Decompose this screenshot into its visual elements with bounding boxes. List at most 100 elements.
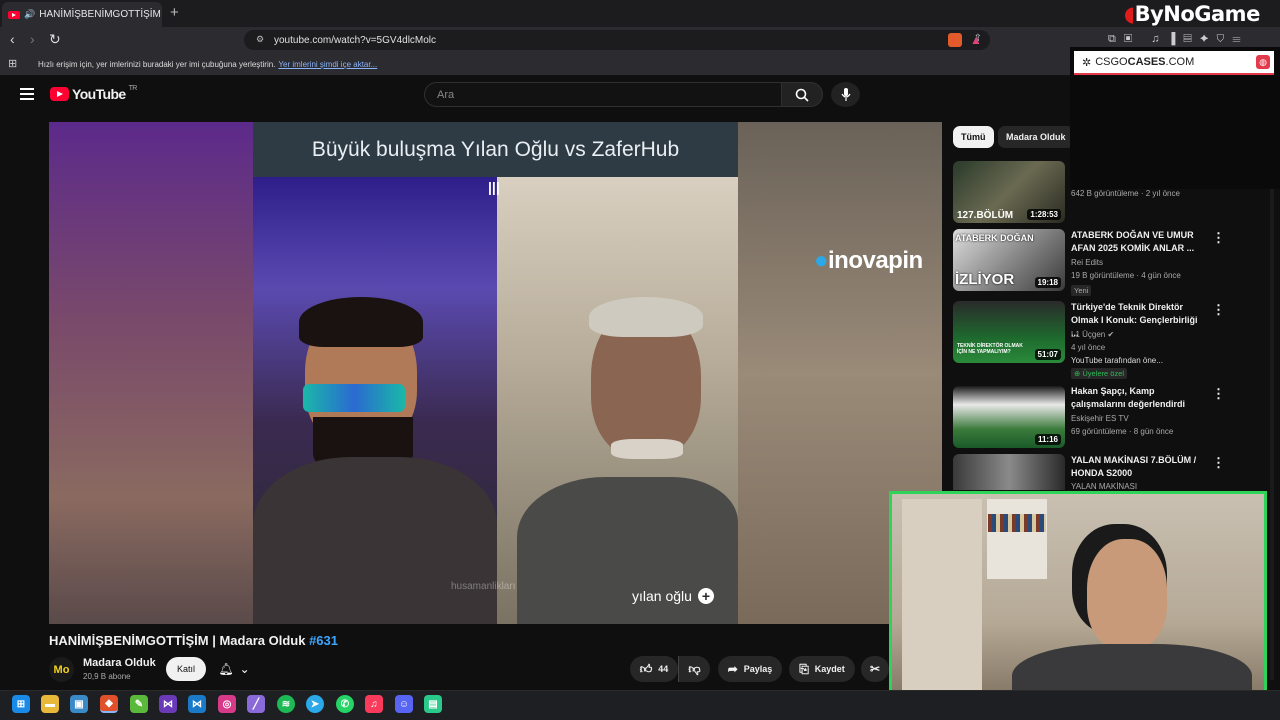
search-input[interactable]: Ara	[424, 82, 782, 107]
youtube-favicon-icon	[8, 10, 20, 19]
telegram-icon[interactable]: ➤	[306, 695, 324, 713]
search-button[interactable]	[781, 82, 823, 107]
video-channel[interactable]: Rei Edits	[1071, 258, 1103, 267]
video-thumbnail[interactable]: ATABERK DOĞAN İZLİYOR 19:18	[953, 229, 1065, 291]
audio-bars-icon: |||	[488, 179, 500, 195]
csgocases-banner[interactable]: ✲ CSGO CASES .COM ◍	[1074, 51, 1274, 75]
notification-bell-button[interactable]: 🔔︎ ⌄	[212, 657, 256, 681]
clip-button[interactable]: ✂	[861, 656, 889, 682]
country-code: TR	[128, 84, 138, 92]
spotify-icon[interactable]: ≋	[277, 695, 295, 713]
save-icon: ⎘	[799, 661, 809, 676]
save-button[interactable]: ⎘ Kaydet	[789, 656, 855, 682]
browser-tab[interactable]: 🔊 HANİMİŞBENİMGOTTİŞİM | M ✕	[2, 2, 162, 27]
share-button[interactable]: ➦ Paylaş	[718, 656, 782, 682]
thumbs-up-icon: 👍︎	[639, 661, 653, 676]
more-options-icon[interactable]: ⋮	[1212, 302, 1225, 318]
thumbnail-caption: ATABERK DOĞAN	[955, 233, 1034, 243]
youtube-play-icon	[50, 87, 69, 101]
save-label: Kaydet	[814, 664, 845, 674]
video-extra: YouTube tarafından öne...	[1071, 356, 1163, 365]
reload-icon[interactable]: ↻	[49, 31, 61, 48]
subscriber-count: 20,9 B abone	[83, 672, 131, 681]
csgocases-logo-icon: ✲	[1082, 56, 1092, 69]
youtube-logo-text: YouTube	[72, 86, 126, 102]
like-button[interactable]: 👍︎ 44	[630, 656, 678, 682]
channel-name[interactable]: Madara Olduk	[83, 657, 156, 669]
bell-icon: 🔔︎	[218, 662, 234, 676]
instagram-icon[interactable]: ◎	[218, 695, 236, 713]
ad-brand-post: .COM	[1165, 56, 1195, 68]
youtube-logo[interactable]: YouTube TR	[50, 84, 138, 102]
back-icon[interactable]: ‹	[10, 31, 15, 47]
video-title[interactable]: Hakan Şapçı, Kamp çalışmalarını değerlen…	[1071, 385, 1207, 411]
more-options-icon[interactable]: ⋮	[1212, 386, 1225, 402]
dislike-button[interactable]: 👎︎	[678, 656, 710, 682]
brave-browser-icon[interactable]: ◆	[100, 695, 118, 713]
more-options-icon[interactable]: ⋮	[1212, 230, 1225, 246]
brave-rewards-icon[interactable]: ▲	[970, 33, 982, 47]
thumbnail-caption-2: İZLİYOR	[955, 271, 1015, 288]
new-tab-button[interactable]: +	[170, 4, 179, 21]
forward-icon[interactable]: ›	[30, 31, 35, 47]
apps-grid-icon[interactable]: ⊞	[8, 57, 17, 70]
import-bookmarks-link[interactable]: Yer imlerini şimdi içe aktar...	[278, 60, 377, 69]
video-duration: 19:18	[1034, 277, 1061, 288]
video-meta: 4 yıl önce	[1071, 343, 1106, 352]
video-thumbnail[interactable]: TEKNİK DİREKTÖR OLMAK İÇİN NE YAPMALIYIM…	[953, 301, 1065, 363]
chip-all[interactable]: Tümü	[953, 126, 994, 148]
channel-avatar[interactable]: Mo	[49, 657, 74, 682]
music-app-icon[interactable]: ♫	[365, 695, 383, 713]
video-blur-left	[49, 122, 253, 624]
ad-brand-pre: CSGO	[1095, 56, 1128, 68]
video-thumbnail[interactable]: 11:16	[953, 386, 1065, 448]
scissors-icon: ✂	[869, 662, 881, 676]
photos-icon[interactable]: ▣	[70, 695, 88, 713]
search-icon	[795, 88, 809, 102]
pen-app-icon[interactable]: ╱	[247, 695, 265, 713]
hashtag-link[interactable]: #631	[309, 633, 338, 648]
bottle-app-icon[interactable]: ▤	[424, 695, 442, 713]
menu-icon[interactable]	[20, 88, 34, 100]
video-title[interactable]: ATABERK DOĞAN VE UMUR AFAN 2025 KOMİK AN…	[1071, 229, 1207, 255]
bookmarks-hint: Hızlı erişim için, yer imlerinizi burada…	[38, 59, 276, 69]
sidebar-scrollbar[interactable]	[1270, 185, 1274, 680]
name-tag-text: yılan oğlu	[632, 588, 692, 604]
video-channel[interactable]: L1 Üçgen ✔	[1071, 330, 1114, 339]
video-meta: 69 görüntüleme · 8 gün önce	[1071, 427, 1174, 436]
vscode-icon[interactable]: ⋈	[188, 695, 206, 713]
file-explorer-icon[interactable]: ▬	[41, 695, 59, 713]
video-title: HANİMİŞBENİMGOTTİŞİM | Madara Olduk #631	[49, 633, 338, 648]
url-text: youtube.com/watch?v=5GV4dlcMolc	[274, 34, 437, 46]
streamer-webcam	[889, 491, 1267, 712]
address-bar[interactable]: ⚙ youtube.com/watch?v=5GV4dlcMolc ▭ ⇪	[244, 30, 990, 50]
more-options-icon[interactable]: ⋮	[1212, 455, 1225, 471]
voice-search-button[interactable]	[831, 82, 860, 107]
video-channel[interactable]: YALAN MAKİNASI	[1071, 482, 1137, 491]
chip-channel[interactable]: Madara Olduk	[998, 126, 1074, 148]
video-thumbnail[interactable]	[953, 454, 1065, 490]
join-button[interactable]: Katıl	[166, 657, 206, 681]
visual-studio-icon[interactable]: ⋈	[159, 695, 177, 713]
video-title[interactable]: YALAN MAKİNASI 7.BÖLÜM / HONDA S2000	[1071, 454, 1207, 480]
speaker-icon: 🔊	[24, 9, 36, 19]
new-badge: Yeni	[1071, 285, 1092, 296]
members-only-badge: ⊕ Üyelere özel	[1071, 368, 1128, 379]
globe-icon: ◍	[1256, 55, 1270, 69]
ad-brand-bold: CASES	[1127, 56, 1166, 68]
video-thumbnail[interactable]: 127.BÖLÜM 1:28:53	[953, 161, 1065, 223]
notepad-icon[interactable]: ✎	[130, 695, 148, 713]
brave-shield-icon[interactable]	[948, 33, 962, 47]
video-left-person	[253, 177, 497, 624]
video-channel[interactable]: Eskişehir ES TV	[1071, 414, 1129, 423]
video-duration: 51:07	[1034, 349, 1061, 360]
plus-icon: +	[697, 588, 714, 604]
site-info-icon[interactable]: ⚙	[256, 34, 264, 45]
video-right-person	[497, 177, 738, 624]
tab-title: HANİMİŞBENİMGOTTİŞİM | M	[39, 9, 162, 20]
discord-icon[interactable]: ☺	[395, 695, 413, 713]
extension-icons[interactable]: ⧉▣ ♫▐▤✦⛉☰	[1108, 33, 1249, 46]
microphone-icon	[841, 87, 850, 101]
windows-start-icon[interactable]: ⊞	[12, 695, 30, 713]
whatsapp-icon[interactable]: ✆	[336, 695, 354, 713]
